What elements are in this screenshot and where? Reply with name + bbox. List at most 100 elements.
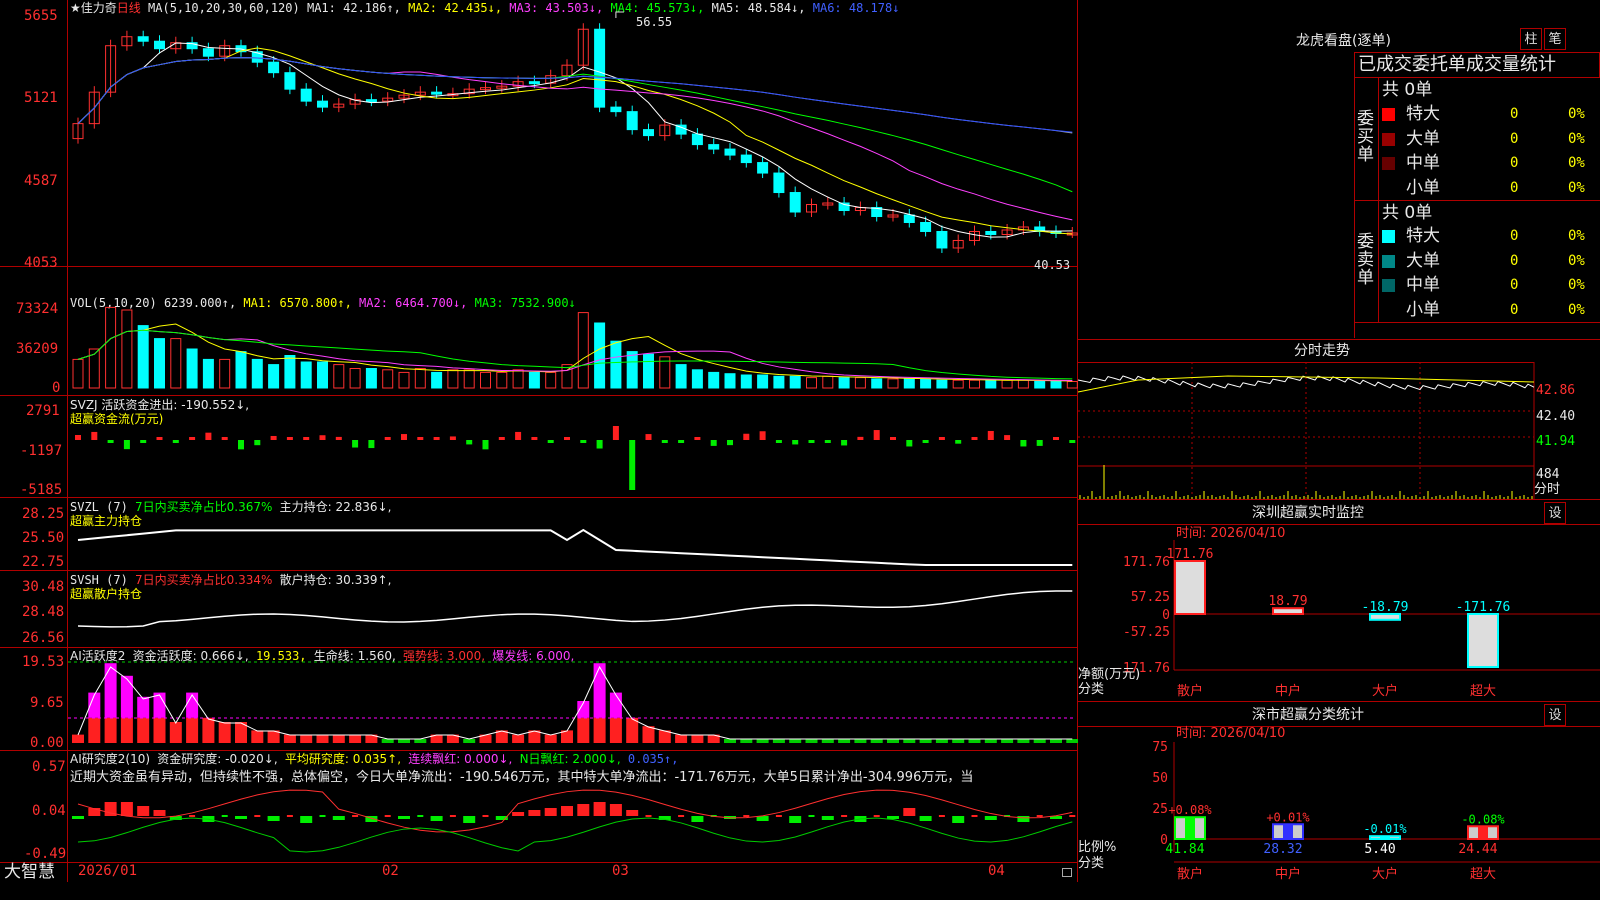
bar-value-label: 171.76: [1167, 547, 1214, 562]
buy-label: 委买单: [1357, 109, 1374, 165]
category-label: 超大: [1470, 684, 1496, 699]
flow-bar: [286, 437, 293, 440]
research-bar: [626, 810, 639, 816]
active-bar: [120, 717, 133, 743]
net-bar: [1174, 560, 1206, 615]
research-bar: [384, 815, 391, 817]
y-tick: 50: [1152, 771, 1168, 786]
active-bar: [838, 739, 851, 743]
research-bar: [463, 816, 476, 823]
buy-row-name: 中单: [1406, 153, 1440, 173]
research-bar: [691, 816, 704, 822]
flow-bar: [938, 437, 945, 440]
research-bar: [512, 812, 525, 816]
active-bar: [1066, 739, 1078, 743]
research-bar: [645, 815, 652, 817]
active-bar: [919, 739, 932, 743]
buy-row-pct: 0%: [1568, 130, 1585, 147]
active-bar: [724, 739, 736, 743]
active-bar: [544, 734, 557, 743]
sell-row-swatch: [1382, 279, 1395, 292]
active-bar: [202, 717, 215, 743]
candle: [626, 111, 638, 131]
active-bar: [691, 734, 704, 743]
active-bar: [186, 692, 199, 718]
active-bar: [251, 730, 264, 743]
ratio-bar-center: [1283, 824, 1293, 839]
research-bar: [919, 816, 932, 821]
flow-bar: [727, 440, 733, 446]
sell-row-pct: 0%: [1568, 252, 1585, 269]
research-bar: [609, 804, 622, 816]
active-bar: [675, 734, 688, 743]
research-bar: [808, 815, 815, 817]
buy-row-swatch: [1382, 181, 1395, 195]
research-bar: [430, 816, 443, 821]
research-avg-line: [77, 817, 1073, 853]
research-bar: [482, 815, 489, 817]
active-bar: [593, 717, 606, 743]
volume-bar: [1066, 381, 1078, 389]
active-bar: [153, 717, 166, 743]
active-bar: [984, 739, 997, 743]
ratio-bar-center: [1185, 817, 1195, 839]
flow-bar: [596, 440, 603, 449]
buy-row-count: 0: [1510, 130, 1519, 147]
candle: [300, 88, 312, 102]
active-bar: [349, 734, 362, 743]
flow-bar: [189, 437, 196, 440]
ratio-chart: 7550250+0.08%41.84散户+0.01%28.32中户-0.01%5…: [1152, 740, 1600, 882]
volume-bar: [789, 375, 801, 389]
ratio-bar-center: [1478, 826, 1488, 839]
research-bar: [286, 815, 293, 817]
research-bar: [189, 815, 196, 817]
lock-icon[interactable]: [1062, 868, 1072, 877]
candle: [137, 36, 149, 42]
flow-bar: [808, 440, 815, 443]
active-bar: [642, 726, 655, 743]
active-bar: [821, 739, 834, 743]
volume-bar: [643, 353, 654, 389]
volume-bar: [496, 371, 508, 389]
candle: [773, 172, 785, 194]
research-bar: [319, 815, 326, 817]
flow-bar: [384, 437, 391, 440]
research-bar: [417, 815, 424, 817]
active-bar: [316, 734, 329, 743]
intraday-chart[interactable]: [1078, 362, 1600, 500]
y-tick: -57.25: [1123, 625, 1170, 640]
flow-bar: [694, 437, 701, 440]
sell-row-swatch: [1382, 303, 1395, 317]
active-bar: [186, 717, 199, 743]
intraday-panel[interactable]: 分时走势 42.86 42.40 41.94 484 分时: [1078, 340, 1600, 500]
flow-bar: [547, 440, 554, 443]
buy-total: 共 0单: [1382, 80, 1433, 100]
flow-bar: [172, 440, 179, 443]
main-chart-area[interactable]: ★佳力奇日线 MA(5,10,20,30,60,120) MA1: 42.186…: [0, 0, 1078, 882]
sell-row-swatch: [1382, 230, 1395, 243]
tab-tick-view[interactable]: 笔: [1544, 28, 1566, 50]
sell-row-name: 中单: [1406, 275, 1440, 295]
flow-bar: [743, 433, 750, 440]
volume-bar: [105, 306, 117, 389]
research-bar: [952, 816, 965, 823]
active-bar: [332, 734, 345, 743]
research-bar: [841, 815, 848, 817]
volume-bar: [447, 369, 459, 389]
active-bar: [104, 663, 117, 718]
candle: [284, 72, 296, 90]
research-bar: [577, 804, 590, 816]
main-hold-line: [77, 528, 1073, 566]
volume-bar: [806, 377, 817, 389]
tab-bar-view[interactable]: 柱: [1520, 28, 1542, 50]
active-bar: [381, 739, 394, 743]
sell-row-name: 大单: [1406, 250, 1440, 271]
ma-line: [77, 57, 1073, 193]
active-bar: [283, 734, 296, 743]
volume-bar: [1001, 379, 1013, 389]
sell-row-name: 特大: [1406, 226, 1440, 246]
ma-line: [77, 42, 1073, 238]
research-bar: [593, 802, 606, 816]
kline-charts[interactable]: [0, 0, 1078, 882]
active-bar: [104, 717, 117, 743]
